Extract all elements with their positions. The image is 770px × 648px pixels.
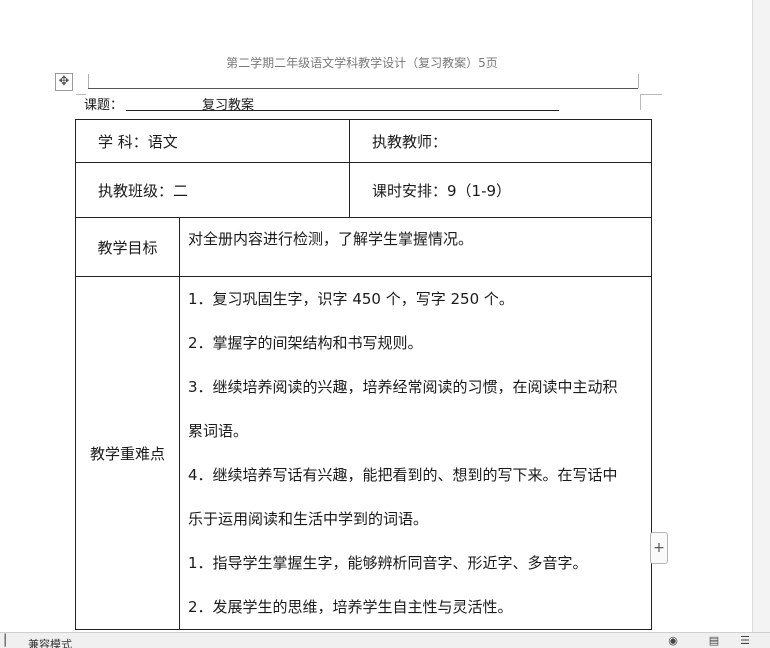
status-left-marker-icon: ▏	[4, 634, 14, 647]
keypoint-line: 3．继续培养阅读的兴趣，培养经常阅读的习惯，在阅读中主动积	[188, 378, 618, 396]
keypoint-line: 累词语。	[188, 422, 249, 440]
keypoints-label-cell[interactable]: 教学重难点	[75, 276, 180, 630]
page-running-header: 第二学期二年级语文学科教学设计（复习教案）5页	[226, 56, 498, 70]
document-viewport: 第二学期二年级语文学科教学设计（复习教案）5页 ✥ 课题： 复习教案 学 科：语…	[0, 0, 770, 648]
header-rule	[88, 88, 638, 89]
keypoint-line: 乐于运用阅读和生活中学到的词语。	[188, 510, 429, 528]
schedule-cell[interactable]: 课时安排：9（1-9）	[349, 162, 652, 218]
keypoint-line: 1．复习巩固生字，识字 450 个，写字 250 个。	[188, 290, 514, 308]
outline-view-icon[interactable]: ☰	[738, 635, 752, 647]
topic-line: 课题： 复习教案	[84, 94, 564, 113]
keypoint-line: 2．掌握字的间架结构和书写规则。	[188, 334, 423, 352]
topic-underline	[126, 110, 559, 111]
keypoint-line: 2．发展学生的思维，培养学生自主性与灵活性。	[188, 598, 513, 616]
topic-value: 复习教案	[202, 98, 255, 113]
margin-corner-mark	[640, 94, 641, 110]
subject-cell[interactable]: 学 科：语文	[75, 119, 350, 163]
header-right-tick	[638, 74, 639, 88]
keypoint-line: 1．指导学生掌握生字，能够辨析同音字、形近字、多音字。	[188, 554, 588, 572]
teacher-cell[interactable]: 执教教师：	[349, 119, 652, 163]
goals-label-cell[interactable]: 教学目标	[75, 217, 180, 277]
margin-corner-mark	[640, 94, 662, 95]
keypoints-text-cell[interactable]: 1．复习巩固生字，识字 450 个，写字 250 个。 2．掌握字的间架结构和书…	[179, 276, 652, 630]
vertical-scrollbar-track[interactable]	[752, 0, 770, 632]
goals-text-cell[interactable]: 对全册内容进行检测，了解学生掌握情况。	[179, 217, 652, 277]
keypoint-line: 4．继续培养写话有兴趣，能把看到的、想到的写下来。在写话中	[188, 466, 618, 484]
table-row: 教学重难点 1．复习巩固生字，识字 450 个，写字 250 个。 2．掌握字的…	[75, 276, 652, 630]
topic-label: 课题：	[84, 98, 124, 113]
page-view-icon[interactable]: ▤	[707, 635, 721, 647]
status-bar: ▏ 兼容模式 ◉ ▤ ☰	[0, 632, 770, 648]
add-column-plus-icon[interactable]: +	[650, 532, 668, 564]
table-move-handle-icon[interactable]: ✥	[55, 73, 73, 91]
table-row: 教学目标 对全册内容进行检测，了解学生掌握情况。	[75, 217, 652, 277]
lesson-plan-table: 学 科：语文 执教教师： 执教班级：二 课时安排：9（1-9） 教学目标 对全册…	[75, 119, 652, 630]
compatibility-mode-label: 兼容模式	[28, 638, 72, 648]
class-cell[interactable]: 执教班级：二	[75, 162, 350, 218]
table-row: 学 科：语文 执教教师：	[75, 119, 652, 163]
table-row: 执教班级：二 课时安排：9（1-9）	[75, 162, 652, 218]
header-left-tick	[88, 74, 89, 88]
focus-mode-icon[interactable]: ◉	[666, 635, 680, 647]
